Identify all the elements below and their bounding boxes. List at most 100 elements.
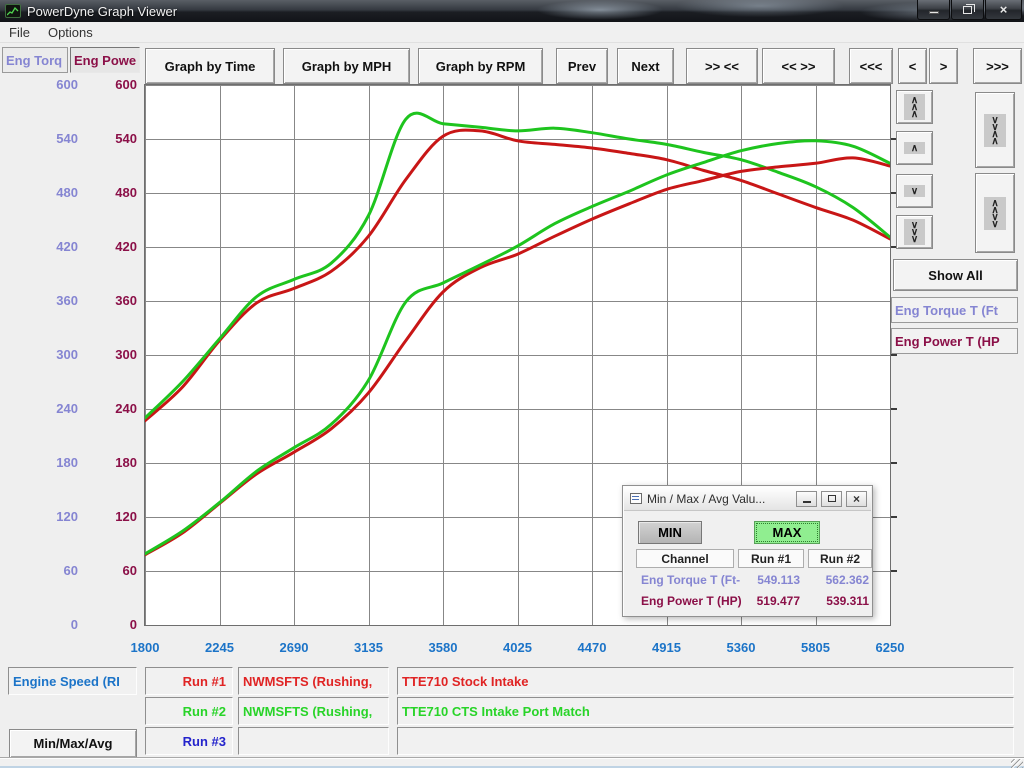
run2-file-field[interactable]: NWMSFTS (Rushing, — [238, 697, 389, 725]
next-button[interactable]: Next — [617, 48, 674, 84]
power-axis-tick: 420 — [97, 239, 137, 255]
minmax-maximize-button[interactable] — [821, 491, 842, 507]
y-scroll-down-fast-button[interactable]: ∨ ∨ ∨ — [896, 215, 933, 249]
maximize-icon — [828, 495, 836, 502]
restore-button[interactable] — [951, 0, 984, 20]
column-header-run2: Run #2 — [808, 549, 872, 568]
minmax-row-value: 539.311 — [808, 593, 869, 610]
torque-axis-tick: 420 — [38, 239, 78, 255]
rpm-axis-tick: 5805 — [794, 640, 838, 656]
minmax-window-titlebar[interactable]: Min / Max / Avg Valu... × — [624, 487, 871, 511]
power-axis-tick: 0 — [97, 617, 137, 633]
power-axis-tick: 180 — [97, 455, 137, 471]
y-scroll-down-button[interactable]: ∨ — [896, 174, 933, 208]
menu-bar: File Options — [0, 22, 1024, 43]
run2-file-text: NWMSFTS (Rushing, — [243, 704, 372, 719]
scroll-far-right-button[interactable]: >>> — [973, 48, 1022, 84]
run1-file-field[interactable]: NWMSFTS (Rushing, — [238, 667, 389, 695]
graph-by-mph-button[interactable]: Graph by MPH — [283, 48, 410, 84]
power-channel-box[interactable]: Eng Power T (HP — [891, 328, 1018, 354]
run2-description-field[interactable]: TTE710 CTS Intake Port Match — [397, 697, 1014, 725]
close-icon: × — [1000, 3, 1008, 16]
torque-axis-tick: 540 — [38, 131, 78, 147]
min-mode-button[interactable]: MIN — [638, 521, 702, 544]
chevrons-inward-icon: ∨ ∨ ∧ ∧ — [984, 114, 1005, 147]
window-title: PowerDyne Graph Viewer — [27, 4, 177, 19]
menu-options[interactable]: Options — [39, 25, 102, 40]
torque-axis-tick: 60 — [38, 563, 78, 579]
rpm-axis-tick: 3135 — [347, 640, 391, 656]
run3-description-field[interactable] — [397, 727, 1014, 755]
torque-axis-tick: 240 — [38, 401, 78, 417]
title-bar[interactable]: PowerDyne Graph Viewer × — [0, 0, 1024, 22]
minimize-icon — [803, 501, 811, 503]
minmax-avg-window: Min / Max / Avg Valu... × MIN MAX Channe… — [622, 485, 873, 617]
minmax-minimize-button[interactable] — [796, 491, 817, 507]
run3-file-field[interactable] — [238, 727, 389, 755]
scroll-right-button[interactable]: > — [929, 48, 958, 84]
graph-by-time-button[interactable]: Graph by Time — [145, 48, 275, 84]
minimize-button[interactable] — [917, 0, 950, 20]
chevron-triple-up-icon: ∧ ∧ ∧ — [904, 94, 925, 120]
power-axis-tick: 120 — [97, 509, 137, 525]
close-button[interactable]: × — [985, 0, 1022, 20]
column-header-channel: Channel — [636, 549, 734, 568]
status-bar — [0, 757, 1024, 768]
show-all-button[interactable]: Show All — [893, 259, 1018, 291]
chevron-triple-down-icon: ∨ ∨ ∨ — [904, 219, 925, 245]
power-axis-toggle-label: Eng Powe — [74, 53, 136, 68]
torque-axis-toggle[interactable]: Eng Torq — [2, 47, 68, 73]
minmax-avg-button[interactable]: Min/Max/Avg — [9, 729, 137, 758]
run2-description-text: TTE710 CTS Intake Port Match — [402, 704, 590, 719]
power-channel-label: Eng Power T (HP — [895, 334, 1000, 349]
scroll-far-left-button[interactable]: <<< — [849, 48, 893, 84]
prev-button[interactable]: Prev — [556, 48, 608, 84]
app-icon — [5, 4, 21, 18]
rpm-axis-tick: 2690 — [272, 640, 316, 656]
run1-description-field[interactable]: TTE710 Stock Intake — [397, 667, 1014, 695]
chevrons-outward-icon: ∧ ∧ ∨ ∨ — [984, 197, 1005, 230]
run1-file-text: NWMSFTS (Rushing, — [243, 674, 372, 689]
rpm-axis-tick: 6250 — [868, 640, 912, 656]
menu-file[interactable]: File — [0, 25, 39, 40]
torque-axis-tick: 0 — [38, 617, 78, 633]
axis-tick-mark — [891, 570, 897, 572]
scroll-left-button[interactable]: < — [898, 48, 927, 84]
max-mode-button[interactable]: MAX — [754, 521, 820, 544]
minmax-row-channel: Eng Torque T (Ft- — [641, 572, 751, 589]
minmax-close-button[interactable]: × — [846, 491, 867, 507]
axis-tick-mark — [891, 462, 897, 464]
minmax-row-value: 519.477 — [738, 593, 800, 610]
rpm-axis-tick: 5360 — [719, 640, 763, 656]
graph-by-rpm-button[interactable]: Graph by RPM — [418, 48, 543, 84]
torque-axis-tick: 600 — [38, 77, 78, 93]
x-channel-label: Engine Speed (RI — [13, 674, 120, 689]
y-scale-compress-button[interactable]: ∨ ∨ ∧ ∧ — [975, 92, 1015, 168]
minimize-icon — [929, 11, 939, 14]
torque-channel-box[interactable]: Eng Torque T (Ft — [891, 297, 1018, 323]
run1-description-text: TTE710 Stock Intake — [402, 674, 528, 689]
axis-tick-mark — [891, 354, 897, 356]
power-axis-toggle[interactable]: Eng Powe — [70, 47, 140, 73]
minmax-window-title: Min / Max / Avg Valu... — [647, 492, 796, 506]
x-channel-selector[interactable]: Engine Speed (RI — [8, 667, 137, 695]
torque-channel-label: Eng Torque T (Ft — [895, 303, 998, 318]
power-axis-tick: 360 — [97, 293, 137, 309]
zoom-in-x-button[interactable]: >> << — [686, 48, 758, 84]
minmax-row-channel: Eng Power T (HP) — [641, 593, 751, 610]
y-scroll-up-fast-button[interactable]: ∧ ∧ ∧ — [896, 90, 933, 124]
power-axis-tick: 540 — [97, 131, 137, 147]
axis-tick-mark — [891, 516, 897, 518]
powerdyne-graph-viewer-window: PowerDyne Graph Viewer × File Options En… — [0, 0, 1024, 768]
column-header-run1: Run #1 — [738, 549, 804, 568]
resize-grip-icon[interactable] — [1011, 759, 1023, 768]
power-axis-tick: 300 — [97, 347, 137, 363]
y-scale-expand-button[interactable]: ∧ ∧ ∨ ∨ — [975, 173, 1015, 253]
run1-label-box: Run #1 — [145, 667, 233, 695]
zoom-out-x-button[interactable]: << >> — [762, 48, 835, 84]
torque-axis-toggle-label: Eng Torq — [6, 53, 62, 68]
y-scroll-up-button[interactable]: ∧ — [896, 131, 933, 165]
rpm-axis-tick: 4915 — [645, 640, 689, 656]
run1-label: Run #1 — [183, 674, 226, 689]
torque-axis-tick: 480 — [38, 185, 78, 201]
